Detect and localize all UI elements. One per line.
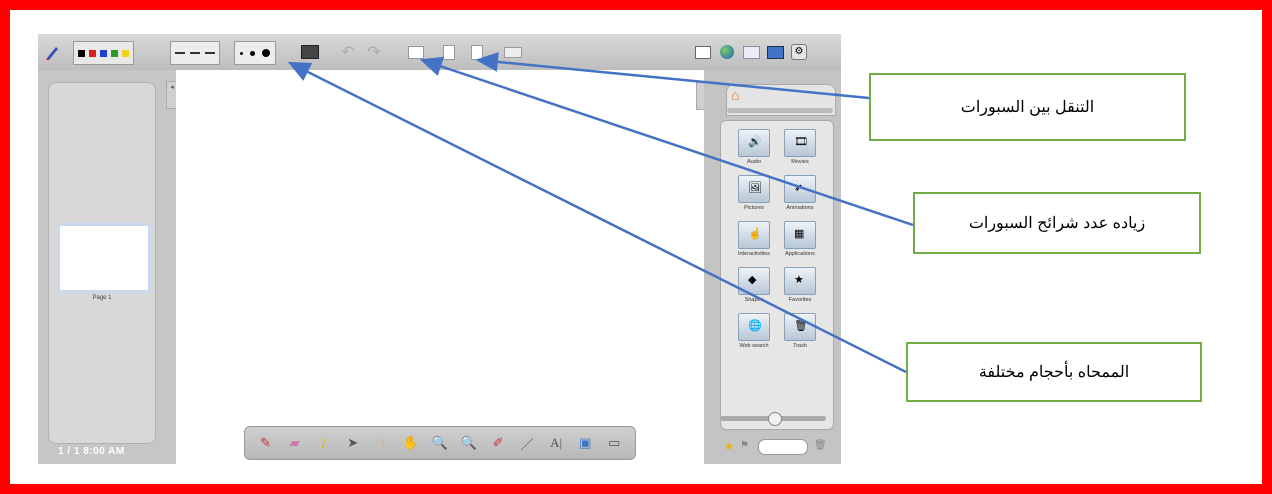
gallery-folder[interactable]: 🎞 Movies bbox=[783, 129, 817, 165]
gallery-folder[interactable]: 🌐 Web search bbox=[737, 313, 771, 349]
gallery-folder-label: Trash bbox=[793, 343, 807, 349]
gallery-home[interactable]: ⌂ bbox=[726, 84, 836, 116]
folder-icon: ★ bbox=[784, 267, 816, 295]
pen-icon[interactable] bbox=[42, 41, 64, 63]
gallery-bottom-bar: ★ ⚑ 🗑 bbox=[724, 438, 836, 456]
whiteboard-canvas[interactable] bbox=[176, 70, 704, 464]
gallery-folder-label: Applications bbox=[785, 251, 815, 257]
select-arrow-icon[interactable]: ➤ bbox=[342, 435, 364, 451]
line-style-group[interactable] bbox=[170, 41, 220, 65]
globe-icon[interactable] bbox=[718, 41, 736, 63]
eraser-size-dot[interactable] bbox=[240, 51, 243, 55]
whiteboard-app-window: ↶ ↷ ⚙ Page 1 1 / 1 8:00 AM ◂ ✎ ▰ / ➤ ☞ ✋… bbox=[38, 34, 841, 464]
callout-add-slides-text: زياده عدد شرائح السبورات bbox=[968, 215, 1146, 232]
color-swatch[interactable] bbox=[100, 49, 107, 57]
callout-eraser-sizes-text: الممحاه بأحجام مختلفة bbox=[978, 364, 1130, 381]
highlighter-icon[interactable]: / bbox=[313, 436, 335, 451]
eraser-size-dot[interactable] bbox=[262, 49, 270, 57]
display-icon[interactable] bbox=[694, 41, 712, 63]
gallery-folder-label: Shapes bbox=[744, 297, 764, 303]
undo-icon[interactable]: ↶ bbox=[338, 41, 358, 63]
eraser-size-group[interactable] bbox=[234, 41, 276, 65]
gallery-folder[interactable]: 🔊 Audio bbox=[737, 129, 771, 165]
folder-icon[interactable] bbox=[742, 41, 760, 63]
prev-page-icon[interactable] bbox=[440, 41, 458, 63]
text-tool-icon[interactable]: A| bbox=[545, 435, 567, 451]
line-style-icon[interactable] bbox=[190, 52, 200, 54]
monitor-icon[interactable] bbox=[766, 41, 784, 63]
folder-icon: ◆ bbox=[738, 267, 770, 295]
folder-icon: ☝ bbox=[738, 221, 770, 249]
callout-navigate-slides-text: التنقل بين السبورات bbox=[960, 99, 1095, 116]
page-status-clock: 1 / 1 8:00 AM bbox=[58, 446, 125, 457]
gallery-folder[interactable]: ☝ Interactivities bbox=[737, 221, 771, 257]
bottom-toolbar: ✎ ▰ / ➤ ☞ ✋ 🔍 🔍 ✐ ／ A| ▣ ▭ bbox=[244, 426, 636, 460]
folder-icon: 🔊 bbox=[738, 129, 770, 157]
gallery-folder[interactable]: ◆ Shapes bbox=[737, 267, 771, 303]
fill-icon[interactable]: ▣ bbox=[574, 435, 596, 451]
home-icon[interactable]: ⌂ bbox=[731, 87, 739, 103]
keyboard-tool-icon[interactable]: ▭ bbox=[603, 435, 625, 451]
gallery-folder[interactable]: 🖼 Pictures bbox=[737, 175, 771, 211]
color-swatch[interactable] bbox=[89, 49, 96, 57]
star-icon[interactable]: ★ bbox=[724, 440, 734, 453]
pin-icon[interactable]: ⚑ bbox=[740, 440, 749, 451]
eraser-size-dot[interactable] bbox=[250, 50, 255, 56]
top-toolbar: ↶ ↷ ⚙ bbox=[38, 34, 841, 70]
zoom-in-icon[interactable]: 🔍 bbox=[429, 435, 451, 451]
gallery-folder[interactable]: 🗑 Trash bbox=[783, 313, 817, 349]
color-swatch[interactable] bbox=[122, 49, 129, 57]
magic-pen-icon[interactable]: ✐ bbox=[487, 435, 509, 451]
new-page-icon[interactable] bbox=[406, 41, 426, 63]
next-page-icon[interactable] bbox=[468, 41, 486, 63]
color-swatch[interactable] bbox=[111, 49, 118, 57]
gallery-folder-label: Web search bbox=[739, 343, 769, 349]
slider-handle[interactable] bbox=[768, 412, 782, 426]
color-swatch-group[interactable] bbox=[73, 41, 134, 65]
color-swatch[interactable] bbox=[78, 49, 85, 57]
page-thumbnail[interactable] bbox=[57, 223, 151, 293]
gallery-folder-label: Interactivities bbox=[737, 251, 771, 257]
callout-eraser-sizes: الممحاه بأحجام مختلفة bbox=[906, 342, 1202, 402]
trash-icon[interactable]: 🗑 bbox=[814, 440, 827, 451]
gallery-folder[interactable]: ★ Favorites bbox=[783, 267, 817, 303]
folder-icon: 🗑 bbox=[784, 313, 816, 341]
zoom-out-icon[interactable]: 🔍 bbox=[458, 435, 480, 451]
keyboard-icon[interactable] bbox=[502, 41, 524, 63]
folder-icon: 🎞 bbox=[784, 129, 816, 157]
redo-icon[interactable]: ↷ bbox=[364, 41, 384, 63]
gallery-folder[interactable]: ▦ Applications bbox=[783, 221, 817, 257]
folder-icon: ▦ bbox=[784, 221, 816, 249]
callout-navigate-slides: التنقل بين السبورات bbox=[869, 73, 1186, 141]
hand-pointer-icon[interactable]: ☞ bbox=[371, 435, 393, 451]
gallery-scrollbar[interactable] bbox=[727, 108, 833, 113]
folder-icon: 🌐 bbox=[738, 313, 770, 341]
eraser-icon[interactable]: ▰ bbox=[284, 435, 306, 451]
page-label: Page 1 bbox=[92, 295, 112, 301]
folder-icon: ➶ bbox=[784, 175, 816, 203]
gallery-folder-list: 🔊 Audio 🎞 Movies 🖼 Pictures ➶ Animations ☝ Intera… bbox=[720, 120, 834, 430]
callout-add-slides: زياده عدد شرائح السبورات bbox=[913, 192, 1201, 254]
pan-hand-icon[interactable]: ✋ bbox=[400, 435, 422, 451]
gallery-search-input[interactable] bbox=[758, 439, 808, 455]
line-style-icon[interactable] bbox=[205, 52, 215, 54]
line-tool-icon[interactable]: ／ bbox=[516, 434, 538, 453]
line-style-icon[interactable] bbox=[175, 52, 185, 54]
page-sorter-sidebar: Page 1 bbox=[48, 82, 156, 444]
pen-tool-icon[interactable]: ✎ bbox=[255, 435, 277, 451]
gallery-folder-label: Favorites bbox=[788, 297, 812, 303]
gallery-folder-label: Animations bbox=[786, 205, 814, 211]
gallery-folder[interactable]: ➶ Animations bbox=[783, 175, 817, 211]
screen-capture-icon[interactable] bbox=[300, 41, 320, 63]
settings-icon[interactable]: ⚙ bbox=[790, 41, 808, 63]
folder-icon: 🖼 bbox=[738, 175, 770, 203]
gallery-folder-label: Pictures bbox=[744, 205, 764, 211]
gallery-folder-label: Audio bbox=[746, 159, 762, 165]
gallery-folder-label: Movies bbox=[791, 159, 809, 165]
